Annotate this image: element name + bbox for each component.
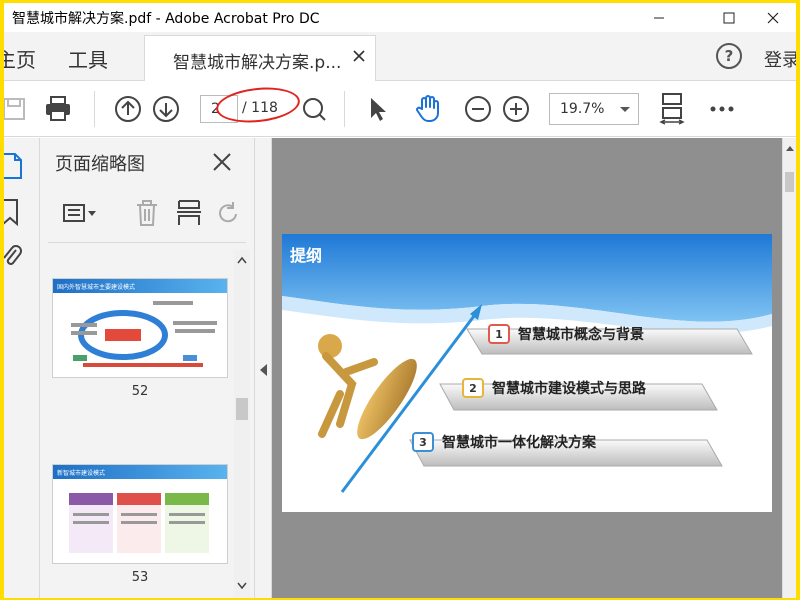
bookmark-icon[interactable] <box>4 198 22 226</box>
next-page-button[interactable] <box>150 93 182 125</box>
save-button[interactable] <box>4 93 30 125</box>
document-view[interactable]: 提纲 1 智慧城市概念与背景 2 智慧城市建设模式与思路 3 智慧城市一体化解决… <box>272 138 782 598</box>
fit-page-button[interactable] <box>298 93 330 125</box>
slide-title: 提纲 <box>290 246 323 265</box>
chevron-down-icon <box>620 107 630 112</box>
panel-splitter[interactable] <box>254 138 272 598</box>
scroll-up-icon[interactable] <box>237 256 247 264</box>
options-menu-icon <box>63 204 96 222</box>
thumbnail-page-52[interactable]: 国内外智慧城市主要建设模式 <box>52 278 228 378</box>
window-title: 智慧城市解决方案.pdf - Adobe Acrobat Pro DC <box>12 11 320 27</box>
title-bar: 智慧城市解决方案.pdf - Adobe Acrobat Pro DC <box>4 3 796 32</box>
scroll-mode-button[interactable] <box>656 93 688 125</box>
save-icon <box>4 98 25 120</box>
item-number-badge: 3 <box>412 432 434 452</box>
maximize-button[interactable] <box>706 3 752 32</box>
delete-page-button[interactable] <box>132 196 162 230</box>
pdf-page: 提纲 1 智慧城市概念与背景 2 智慧城市建设模式与思路 3 智慧城市一体化解决… <box>282 234 772 512</box>
scroll-down-icon[interactable] <box>237 582 247 590</box>
tab-tools[interactable]: 工具 <box>68 44 108 73</box>
previous-page-button[interactable] <box>112 93 144 125</box>
tab-document[interactable]: 智慧城市解决方案.p... <box>144 35 376 82</box>
thumbnail-preview <box>71 301 217 367</box>
collapse-panel-icon[interactable] <box>260 364 267 376</box>
minimize-icon <box>654 17 664 18</box>
hand-icon <box>416 95 439 122</box>
tab-bar: 主页 工具 智慧城市解决方案.p... ? 登录 <box>4 32 796 82</box>
navigation-rail <box>4 138 40 598</box>
trash-icon <box>137 200 157 226</box>
thumbnail-heading: 国内外智慧城市主要建设模式 <box>53 279 227 293</box>
help-button[interactable]: ? <box>716 43 742 69</box>
thumbnail-heading: 新智城市建设模式 <box>53 465 227 479</box>
zoom-in-icon <box>503 96 529 122</box>
more-tools-button[interactable] <box>706 93 738 125</box>
maximize-icon <box>723 12 735 23</box>
slide-background <box>282 234 772 493</box>
thumbnail-page-number: 52 <box>131 384 149 399</box>
zoom-out-icon <box>465 96 491 122</box>
signin-link[interactable]: 登录 <box>764 46 796 72</box>
print-icon <box>46 96 70 121</box>
thumbnail-options-button[interactable] <box>60 196 100 230</box>
rotate-icon <box>219 202 237 223</box>
document-scrollbar[interactable] <box>782 138 796 598</box>
zoom-value: 19.7% <box>560 101 605 117</box>
outline-item-label: 智慧城市一体化解决方案 <box>442 435 596 451</box>
hand-tool-button[interactable] <box>412 93 444 125</box>
zoom-select[interactable]: 19.7% <box>549 93 639 125</box>
print-button[interactable] <box>42 93 74 125</box>
insert-page-icon <box>177 200 201 225</box>
outline-item-label: 智慧城市概念与背景 <box>518 327 644 343</box>
zoom-out-button[interactable] <box>462 93 494 125</box>
panel-divider <box>48 242 246 243</box>
select-cursor-icon <box>371 98 386 121</box>
toolbar-divider <box>94 91 95 127</box>
scrollbar-thumb[interactable] <box>236 398 248 420</box>
zoom-in-button[interactable] <box>500 93 532 125</box>
acrobat-window: 智慧城市解决方案.pdf - Adobe Acrobat Pro DC 主页 工… <box>4 3 796 598</box>
minimize-button[interactable] <box>636 3 682 32</box>
scroll-up-icon[interactable] <box>786 146 794 151</box>
close-window-button[interactable] <box>750 3 796 32</box>
insert-page-button[interactable] <box>174 196 204 230</box>
document-tab-label: 智慧城市解决方案.p... <box>173 53 342 73</box>
thumbnail-preview <box>69 493 209 553</box>
panel-title: 页面缩略图 <box>55 154 145 175</box>
close-icon <box>767 12 779 23</box>
close-tab-icon[interactable] <box>353 50 365 62</box>
outline-item-label: 智慧城市建设模式与思路 <box>492 381 646 397</box>
scroll-mode-icon <box>659 93 685 125</box>
page-thumbnails-icon[interactable] <box>4 152 24 180</box>
item-number-badge: 1 <box>488 324 510 344</box>
thumbnails-panel: 页面缩略图 国内外智慧城市主要建设模式 52 新智城市建设模式 53 <box>40 138 254 598</box>
select-tool-button[interactable] <box>362 93 394 125</box>
page-up-icon <box>115 96 141 122</box>
fit-page-icon <box>303 98 326 121</box>
rotate-page-button[interactable] <box>214 196 244 230</box>
thumbnails-scrollbar[interactable] <box>234 250 250 598</box>
main-toolbar: 2 / 118 19.7% <box>4 81 796 137</box>
close-panel-icon[interactable] <box>212 152 232 172</box>
item-number-badge: 2 <box>462 378 484 398</box>
more-icon <box>710 106 734 112</box>
page-down-icon <box>153 96 179 122</box>
attachment-icon[interactable] <box>4 242 22 270</box>
tab-home[interactable]: 主页 <box>4 44 36 73</box>
toolbar-divider <box>344 91 345 127</box>
thumbnail-page-number: 53 <box>131 570 149 585</box>
scrollbar-thumb[interactable] <box>785 172 794 192</box>
thumbnail-page-53[interactable]: 新智城市建设模式 <box>52 464 228 564</box>
